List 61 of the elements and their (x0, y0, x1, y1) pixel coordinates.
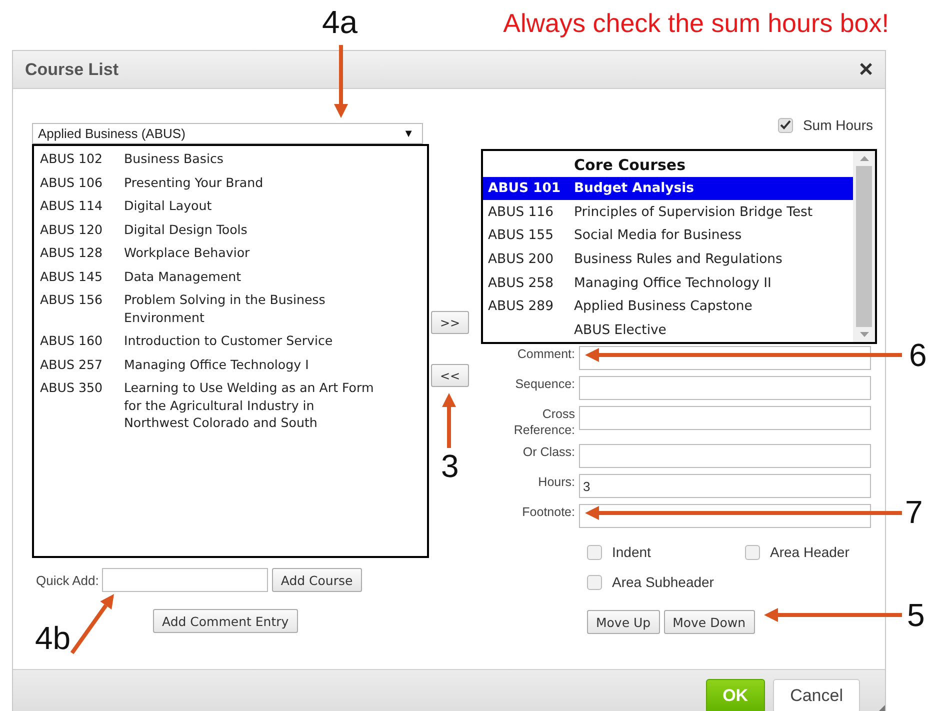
cancel-button[interactable]: Cancel (773, 679, 860, 711)
callout-number: 7 (905, 496, 923, 528)
course-list-item[interactable]: ABUS 155 Social Media for Business (483, 224, 853, 248)
option-checkbox[interactable] (587, 574, 602, 590)
course-list-item[interactable]: ABUS 289 Applied Business Capstone (483, 295, 853, 319)
quick-add-field[interactable] (102, 568, 268, 592)
course-list-item[interactable]: ABUS 145 Data Management (40, 268, 421, 285)
course-list-item[interactable]: ABUS Elective (483, 318, 853, 342)
scroll-down-icon[interactable] (860, 332, 868, 337)
scroll-up-icon[interactable] (860, 156, 868, 161)
course-list-item[interactable]: ABUS 102 Business Basics (40, 150, 421, 168)
callout-number: 4b (35, 622, 71, 654)
field-label: Sequence: (514, 376, 576, 392)
move-down-button[interactable]: Move Down (664, 610, 754, 634)
course-list-item[interactable]: ABUS 160 Introduction to Customer Service (40, 332, 421, 350)
subject-dropdown[interactable]: Applied Business (ABUS) ▼ (32, 123, 423, 144)
scrollbar[interactable] (853, 151, 875, 342)
list-heading: Core Courses (574, 156, 686, 174)
text-field[interactable] (579, 376, 871, 400)
annotation-arrow (70, 594, 114, 654)
close-button[interactable]: × (858, 58, 873, 82)
checkbox-label: Sum Hours (802, 117, 873, 133)
course-list-item[interactable]: ABUS 128 Workplace Behavior (40, 244, 421, 262)
remove-from-list-button[interactable]: << (431, 364, 469, 387)
option-checkbox[interactable] (587, 544, 602, 560)
text-field[interactable]: 3 (579, 474, 871, 498)
checkbox-label: Area Header (770, 544, 850, 560)
field-label: Comment: (516, 346, 576, 362)
course-list-item[interactable]: ABUS 350 Learning to Use Welding as an Art Form for the Agricultural Industry in Northwest Colorado and South (40, 379, 421, 432)
add-course-button[interactable]: Add Course (272, 568, 362, 592)
field-label: Hours: (537, 474, 576, 490)
option-checkbox[interactable] (745, 544, 760, 560)
course-list-item[interactable]: ABUS 258 Managing Office Technology II (483, 271, 853, 296)
add-comment-entry-button[interactable]: Add Comment Entry (153, 609, 298, 633)
move-up-button[interactable]: Move Up (587, 610, 660, 634)
annotation-arrow (442, 393, 456, 448)
course-list-item[interactable]: ABUS 114 Digital Layout (40, 197, 421, 214)
add-to-list-button[interactable]: >> (431, 311, 469, 334)
checkbox-label: Area Subheader (612, 574, 714, 590)
course-list-item[interactable]: ABUS 116 Principles of Supervision Bridge Test (483, 200, 853, 224)
course-list-item[interactable]: ABUS 156 Problem Solving in the Business Environment (40, 291, 421, 326)
callout-number: 5 (907, 599, 925, 631)
caret-icon: ▼ (403, 128, 414, 140)
course-list-item[interactable]: ABUS 120 Digital Design Tools (40, 220, 421, 238)
field-label: Or Class: (522, 444, 576, 460)
course-list-item[interactable]: ABUS 257 Managing Office Technology I (40, 356, 421, 373)
course-list-item[interactable]: ABUS 200 Business Rules and Regulations (483, 248, 853, 272)
field-label: Cross Reference: (512, 406, 576, 438)
callout-number: 6 (909, 339, 927, 371)
course-list-item[interactable]: ABUS 106 Presenting Your Brand (40, 174, 421, 191)
callout-number: 3 (441, 450, 459, 482)
instruction-note: Always check the sum hours box! (503, 8, 889, 39)
sum-hours-checkbox[interactable] (778, 118, 793, 132)
text-field[interactable] (579, 444, 871, 468)
field-label: Footnote: (521, 504, 576, 520)
window-title: Course List (25, 60, 119, 80)
quick-add-label: Quick Add: (36, 572, 99, 588)
callout-number: 4a (322, 6, 358, 38)
checkbox-label: Indent (612, 544, 651, 560)
course-list-item[interactable]: ABUS 101 Budget Analysis (483, 176, 853, 200)
text-field[interactable] (579, 406, 871, 430)
